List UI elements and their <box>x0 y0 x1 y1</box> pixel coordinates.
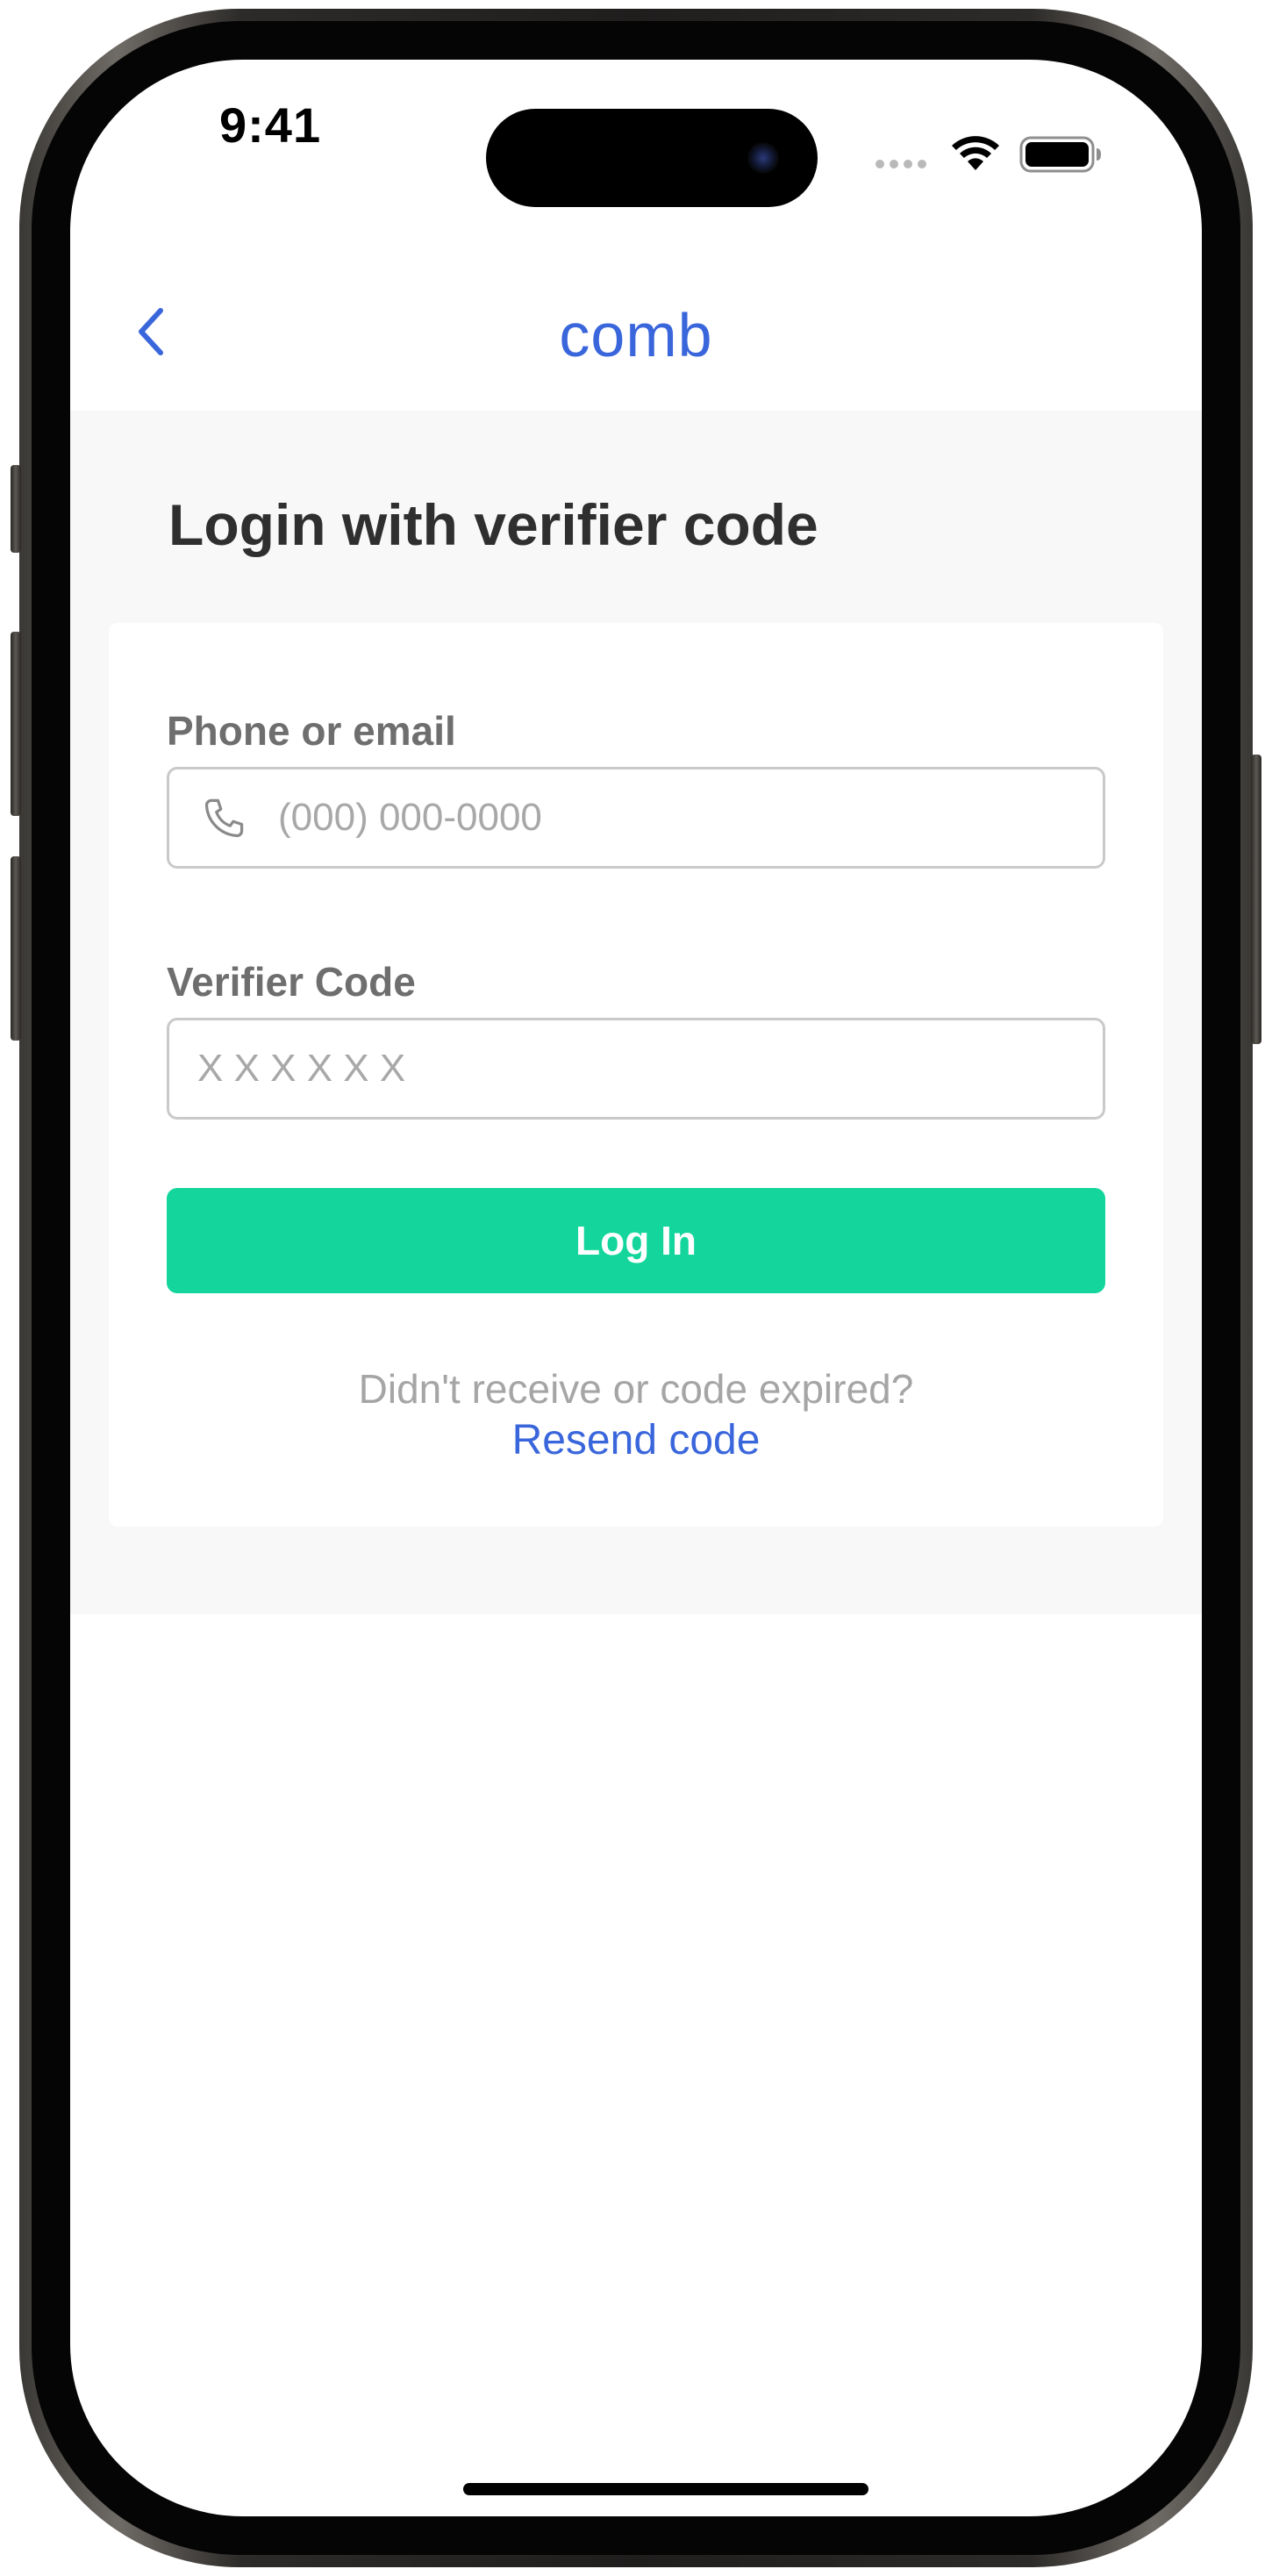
phone-icon <box>204 798 244 838</box>
power-button <box>1251 755 1261 1044</box>
phone-field[interactable] <box>167 767 1105 869</box>
bezel: 9:41 comb Login with verifier code Phone… <box>32 21 1240 2555</box>
verifier-code-input[interactable] <box>196 1020 1082 1117</box>
wifi-icon <box>952 136 999 170</box>
code-field-label: Verifier Code <box>167 959 416 1005</box>
resend-code-link[interactable]: Resend code <box>109 1416 1163 1464</box>
login-content: Login with verifier code Phone or email … <box>70 411 1202 1614</box>
home-indicator[interactable] <box>463 2483 868 2495</box>
cellular-signal-icon <box>875 160 926 168</box>
dynamic-island <box>486 109 818 207</box>
volume-down-button <box>11 856 21 1041</box>
app-logo: comb <box>559 301 713 369</box>
action-button <box>11 465 21 553</box>
page-title: Login with verifier code <box>168 492 818 557</box>
navigation-bar: comb <box>70 253 1202 411</box>
battery-icon <box>1019 136 1101 173</box>
login-card: Phone or email Verifier Code Log In Didn… <box>109 623 1163 1527</box>
code-field[interactable] <box>167 1018 1105 1120</box>
phone-field-label: Phone or email <box>167 708 456 754</box>
phone-input[interactable] <box>276 769 1082 866</box>
volume-up-button <box>11 632 21 816</box>
screen: 9:41 comb Login with verifier code Phone… <box>70 60 1202 2516</box>
front-camera-icon <box>747 142 779 174</box>
phone-frame: 9:41 comb Login with verifier code Phone… <box>11 9 1261 2567</box>
resend-prompt: Didn't receive or code expired? <box>358 1366 914 1412</box>
status-time: 9:41 <box>219 97 322 153</box>
login-button[interactable]: Log In <box>167 1188 1105 1293</box>
